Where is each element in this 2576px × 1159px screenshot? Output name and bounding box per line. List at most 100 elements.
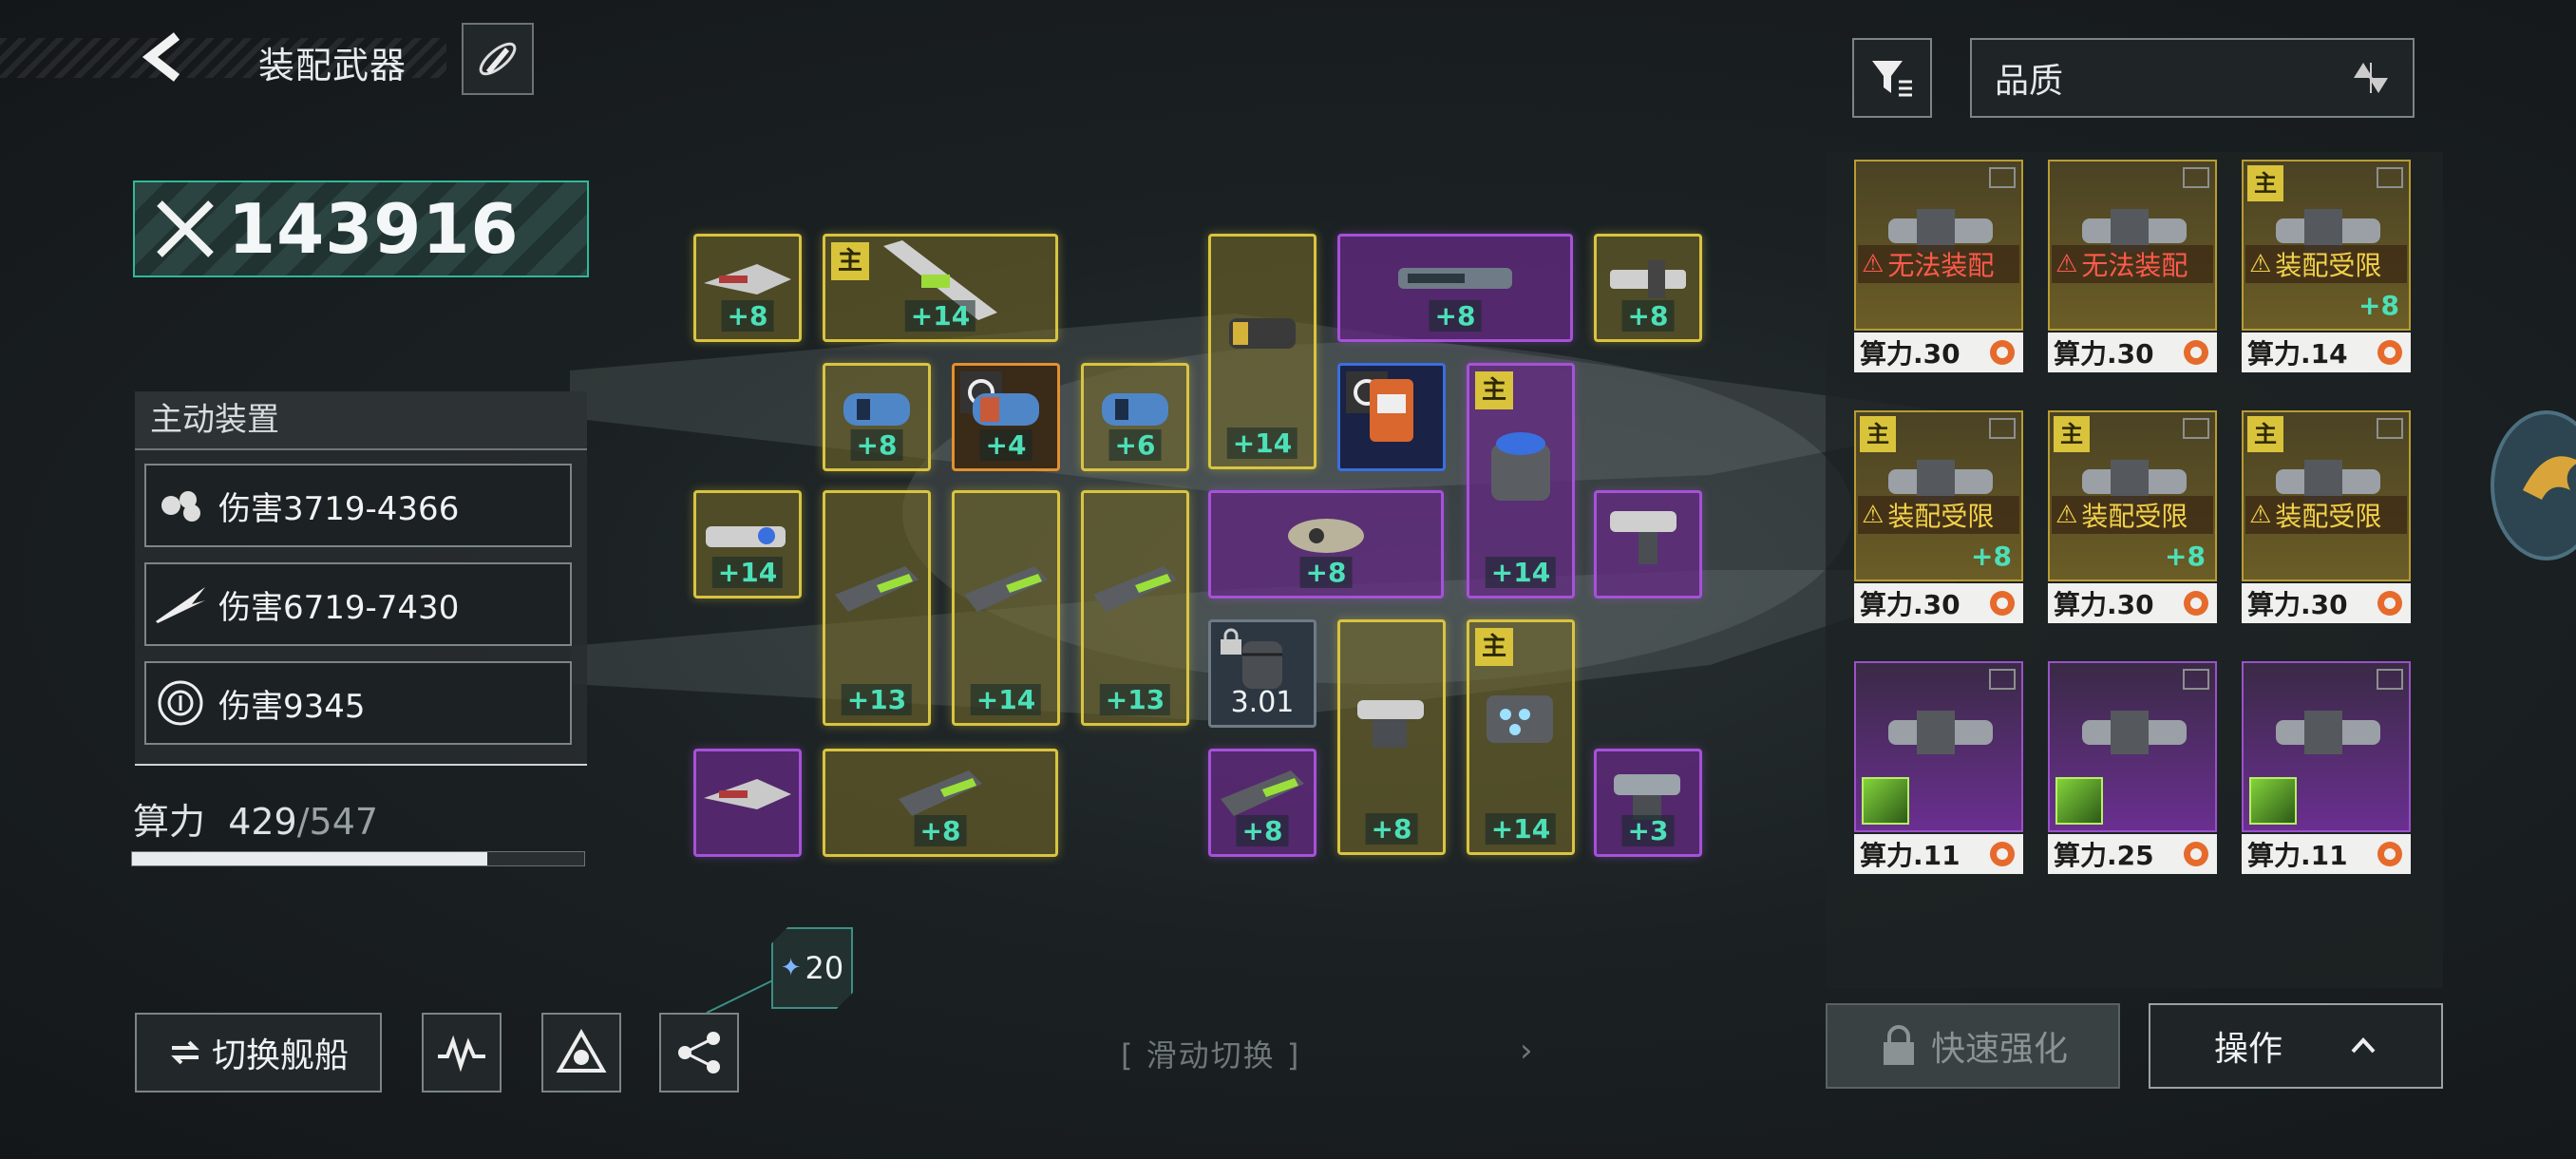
equip-slot-special[interactable]: +4 — [952, 363, 1060, 471]
inventory-card[interactable]: ⚠ 无法装配算力.30 — [2048, 160, 2217, 374]
fleet-skill-button[interactable] — [541, 1013, 621, 1092]
page-title: 装配武器 — [258, 45, 407, 86]
equip-slot[interactable]: +8 — [693, 234, 802, 342]
count-badge[interactable]: ✦ 20 — [771, 927, 853, 1009]
equip-slot[interactable]: +14 — [693, 490, 802, 598]
gear-icon — [2184, 591, 2208, 616]
warning-icon: ⚠ — [2249, 501, 2272, 529]
quick-enhance-button[interactable]: 快速强化 — [1826, 1003, 2120, 1089]
equip-slot[interactable]: +8 — [823, 749, 1058, 857]
card-image — [2242, 661, 2411, 832]
filter-button[interactable] — [1852, 38, 1932, 118]
upgrade-arrow-icon — [1862, 777, 1909, 825]
equip-slot[interactable]: +13 — [823, 490, 931, 726]
active-item-1[interactable]: 伤害3719-4366 — [144, 464, 572, 547]
chevron-left-icon — [142, 32, 180, 82]
battery-icon — [1229, 317, 1296, 349]
equip-slot[interactable]: +8 — [1208, 749, 1316, 857]
equip-slot[interactable]: +13 — [1081, 490, 1189, 726]
inventory-card[interactable]: 算力.11 — [2242, 661, 2411, 876]
equip-slot[interactable]: +14 — [952, 490, 1060, 726]
equip-slot[interactable]: +6 — [1081, 363, 1189, 471]
card-footer: 算力.30 — [1854, 583, 2023, 623]
card-cost: 算力.11 — [2247, 840, 2348, 871]
inventory-card[interactable]: ⚠ 无法装配 算力.30 — [1854, 160, 2023, 374]
slot-shape-icon — [2377, 418, 2403, 439]
triad-icon — [556, 1029, 607, 1073]
equip-slot[interactable]: 主 +14 — [823, 234, 1058, 342]
equip-slot[interactable]: +8 — [1594, 234, 1702, 342]
equip-slot-special[interactable] — [1337, 363, 1446, 471]
equip-slot[interactable]: 主 +14 — [1467, 363, 1575, 598]
card-image: 主 ⚠ 装配受限 +8 — [1854, 410, 2023, 581]
computing-used: 429 — [228, 801, 297, 843]
inventory-card[interactable]: 主 ⚠ 装配受限 算力.30 — [2242, 410, 2411, 625]
warning-banner: ⚠ 装配受限 — [1858, 496, 2019, 534]
equip-slot[interactable]: +8 — [1337, 234, 1573, 342]
warning-text: 装配受限 — [2081, 501, 2188, 532]
gear-icon — [2377, 340, 2402, 365]
warning-icon: ⚠ — [2055, 250, 2078, 278]
crossed-swords-icon — [157, 200, 214, 257]
card-level: +8 — [2358, 290, 2399, 321]
card-cost: 算力.30 — [2054, 589, 2154, 620]
gear-icon — [2184, 842, 2208, 866]
card-footer: 算力.11 — [2242, 834, 2411, 874]
slot-shape-icon — [2377, 167, 2403, 188]
warning-icon: ⚠ — [1862, 501, 1885, 529]
back-button[interactable] — [131, 27, 192, 87]
active-equipment-panel: 主动装置 伤害3719-4366 伤害6719-7430 伤害9345 — [135, 391, 587, 766]
slot-shape-icon — [2183, 167, 2209, 188]
warning-text: 无法装配 — [2081, 250, 2188, 281]
wave-skill-button[interactable] — [422, 1013, 502, 1092]
equip-slot[interactable]: 主 +14 — [1467, 619, 1575, 855]
equip-slot[interactable] — [693, 749, 802, 857]
inventory-card[interactable]: 主 ⚠ 装配受限 +8 算力.30 — [2048, 410, 2217, 625]
equip-slot[interactable]: +14 — [1208, 234, 1316, 469]
main-tag: 主 — [1475, 628, 1513, 666]
switch-ship-button[interactable]: 切换舰船 — [135, 1013, 382, 1092]
ship-info-button[interactable] — [462, 23, 534, 95]
equip-slot[interactable]: +8 — [1337, 619, 1446, 855]
wave-icon — [438, 1035, 485, 1072]
active-equipment-title: 主动装置 — [135, 391, 587, 450]
sort-quality-select[interactable]: 品质 — [1970, 38, 2415, 118]
card-footer: 算力.30 — [2242, 583, 2411, 623]
launcher-icon — [1487, 694, 1553, 743]
reactor-icon — [1491, 431, 1550, 501]
inventory-card[interactable]: 算力.11 — [1854, 661, 2023, 876]
active-item-3[interactable]: 伤害9345 — [144, 661, 572, 745]
warning-banner: ⚠ 无法装配 — [2052, 245, 2213, 283]
gear-icon — [1990, 591, 2015, 616]
inventory-card[interactable]: 主 ⚠ 装配受限 +8 算力.14 — [2242, 160, 2411, 374]
card-footer: 算力.25 — [2048, 834, 2217, 874]
card-cost: 算力.25 — [2054, 840, 2154, 871]
equip-slot[interactable]: +8 — [823, 363, 931, 471]
computing-bar — [131, 851, 585, 866]
chevron-right-icon[interactable]: › — [1520, 1032, 1533, 1070]
active-item-label: 伤害6719-7430 — [218, 588, 460, 627]
inventory-card[interactable]: 主 ⚠ 装配受限 +8 算力.30 — [1854, 410, 2023, 625]
card-cost: 算力.30 — [2054, 338, 2154, 370]
weapon-icon — [1888, 711, 1993, 754]
gear-icon — [1990, 340, 2015, 365]
card-cost: 算力.30 — [2247, 589, 2348, 620]
warning-banner: ⚠ 无法装配 — [1858, 245, 2019, 283]
inventory-card[interactable]: 算力.25 — [2048, 661, 2217, 876]
warning-icon: ⚠ — [2249, 250, 2272, 278]
gear-icon — [1990, 842, 2015, 866]
warning-banner: ⚠ 装配受限 — [2245, 496, 2407, 534]
warning-banner: ⚠ 装配受限 — [2052, 496, 2213, 534]
active-item-2[interactable]: 伤害6719-7430 — [144, 562, 572, 646]
share-button[interactable] — [659, 1013, 739, 1092]
equip-slot[interactable]: +8 — [1208, 490, 1444, 598]
operate-button[interactable]: 操作 — [2149, 1003, 2443, 1089]
card-level: +8 — [1971, 541, 2012, 572]
card-cost: 算力.14 — [2247, 338, 2348, 370]
gear-icon — [2377, 591, 2402, 616]
card-footer: 算力.14 — [2242, 332, 2411, 372]
equip-slot-locked[interactable]: 3.01 — [1208, 619, 1316, 728]
combat-power-box: 143916 — [133, 180, 589, 277]
equip-slot[interactable] — [1594, 490, 1702, 598]
equip-slot[interactable]: +3 — [1594, 749, 1702, 857]
